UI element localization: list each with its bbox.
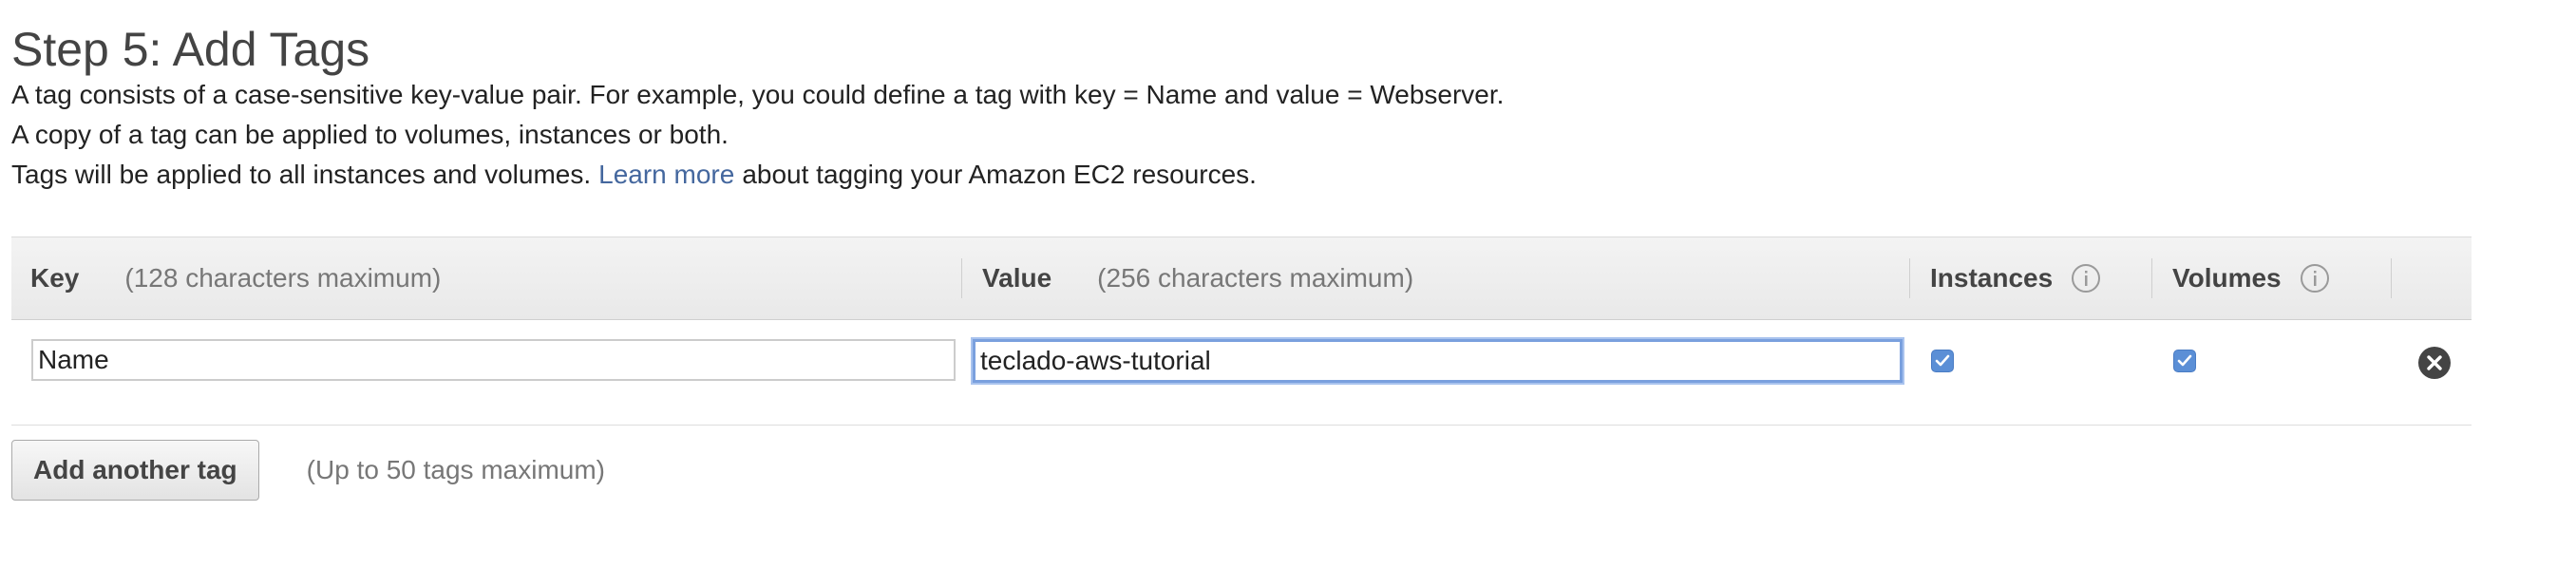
tag-value-input[interactable] (973, 339, 1903, 383)
column-divider (1909, 258, 1910, 298)
checkmark-icon (2177, 354, 2192, 367)
description-line-3: Tags will be applied to all instances an… (11, 159, 1257, 191)
value-column-label: Value (982, 263, 1052, 293)
tags-table: Key (128 characters maximum) Value (256 … (11, 237, 2472, 426)
description-line-3-start: Tags will be applied to all instances an… (11, 160, 592, 189)
checkmark-icon (1935, 354, 1950, 367)
instances-column-header: Instances (1930, 237, 2101, 319)
column-divider (2151, 258, 2152, 298)
page-title: Step 5: Add Tags (11, 23, 370, 76)
remove-circle-icon (2418, 347, 2451, 379)
remove-tag-button[interactable] (2417, 346, 2452, 380)
add-another-tag-button[interactable]: Add another tag (11, 440, 259, 501)
instances-column-label: Instances (1930, 263, 2054, 293)
volumes-column-label: Volumes (2172, 263, 2282, 293)
column-divider (2391, 258, 2392, 298)
tag-limit-note: (Up to 50 tags maximum) (306, 455, 605, 484)
column-divider (961, 258, 962, 298)
table-header: Key (128 characters maximum) Value (256 … (11, 237, 2472, 320)
key-column-label: Key (30, 263, 80, 293)
key-column-hint: (128 characters maximum) (124, 263, 442, 293)
info-icon[interactable] (2072, 264, 2101, 293)
value-column-hint: (256 characters maximum) (1097, 263, 1414, 293)
description-line-2: A copy of a tag can be applied to volume… (11, 120, 729, 149)
volumes-column-header: Volumes (2172, 237, 2329, 319)
table-footer: Add another tag (Up to 50 tags maximum) (11, 440, 605, 501)
tag-key-input[interactable] (31, 339, 956, 381)
description-line-3-end: about tagging your Amazon EC2 resources. (742, 160, 1257, 189)
table-row (11, 320, 2472, 426)
instances-checkbox[interactable] (1931, 350, 1954, 372)
learn-more-link[interactable]: Learn more (598, 160, 734, 189)
info-icon[interactable] (2300, 264, 2329, 293)
key-column-header: Key (128 characters maximum) (30, 237, 441, 319)
value-column-header: Value (256 characters maximum) (982, 237, 1413, 319)
description-line-1: A tag consists of a case-sensitive key-v… (11, 80, 1505, 109)
volumes-checkbox[interactable] (2173, 350, 2196, 372)
